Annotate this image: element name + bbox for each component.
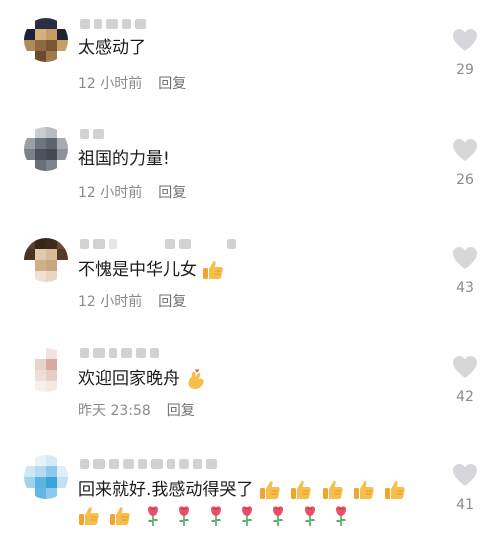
thumbs-up-emoji <box>290 479 312 501</box>
comment-text: 祖国的力量! <box>78 149 170 169</box>
reply-button[interactable]: 回复 <box>158 185 186 201</box>
thumbs-up-emoji <box>259 479 281 501</box>
finger-heart-emoji <box>185 368 207 390</box>
comment-text: 不愧是中华儿女 <box>78 258 224 282</box>
like-button[interactable]: 42 <box>448 355 482 405</box>
username-blurred[interactable] <box>80 126 104 142</box>
comment-text: 太感动了 <box>78 38 146 58</box>
username-blurred[interactable] <box>80 345 159 361</box>
like-button[interactable]: 43 <box>448 246 482 296</box>
username-blurred[interactable] <box>80 236 236 252</box>
heart-icon <box>452 355 478 379</box>
like-count: 29 <box>456 62 474 78</box>
rose-emoji <box>302 505 318 527</box>
comment-meta: 12 小时前 回复 <box>78 292 186 312</box>
thumbs-up-emoji <box>202 259 224 281</box>
heart-icon <box>452 463 478 487</box>
heart-icon <box>452 28 478 52</box>
like-button[interactable]: 41 <box>448 463 482 513</box>
avatar[interactable] <box>24 18 68 62</box>
reply-button[interactable]: 回复 <box>158 294 186 310</box>
comment-time: 12 小时前 <box>78 76 143 92</box>
like-count: 26 <box>456 172 474 188</box>
comment-time: 12 小时前 <box>78 185 143 201</box>
like-count: 41 <box>456 497 474 513</box>
avatar[interactable] <box>24 127 68 171</box>
avatar[interactable] <box>24 455 68 499</box>
comment-meta: 昨天 23:58 回复 <box>78 401 195 421</box>
heart-icon <box>452 138 478 162</box>
comment-time: 昨天 23:58 <box>78 403 151 419</box>
heart-icon <box>452 246 478 270</box>
like-count: 43 <box>456 280 474 296</box>
like-button[interactable]: 26 <box>448 138 482 188</box>
rose-emoji <box>145 505 161 527</box>
avatar[interactable] <box>24 348 68 392</box>
thumbs-up-emoji <box>353 479 375 501</box>
rose-emoji <box>333 505 349 527</box>
thumbs-up-emoji <box>109 505 131 527</box>
rose-emoji <box>176 505 192 527</box>
thumbs-up-emoji <box>384 479 406 501</box>
like-count: 42 <box>456 389 474 405</box>
username-blurred[interactable] <box>80 456 217 472</box>
comment-meta: 12 小时前 回复 <box>78 183 186 203</box>
comment-meta: 12 小时前 回复 <box>78 74 186 94</box>
thumbs-up-emoji <box>78 505 100 527</box>
rose-emoji <box>239 505 255 527</box>
reply-button[interactable]: 回复 <box>167 403 195 419</box>
thumbs-up-emoji <box>322 479 344 501</box>
comment-text: 回来就好.我感动得哭了 <box>78 478 406 502</box>
reply-button[interactable]: 回复 <box>158 76 186 92</box>
username-blurred[interactable] <box>80 16 146 32</box>
rose-emoji <box>270 505 286 527</box>
avatar[interactable] <box>24 238 68 282</box>
like-button[interactable]: 29 <box>448 28 482 78</box>
comment-text: 欢迎回家晚舟 <box>78 367 207 391</box>
comment-time: 12 小时前 <box>78 294 143 310</box>
comment-emoji-line <box>78 504 349 528</box>
rose-emoji <box>208 505 224 527</box>
